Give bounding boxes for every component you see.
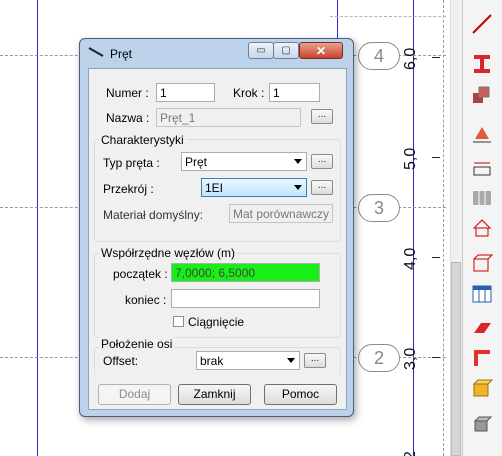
material-field: Mat porównawczy	[229, 204, 333, 223]
typ-preta-browse-button[interactable]: ...	[311, 154, 333, 169]
ruler-label-5: 5,0	[402, 147, 419, 170]
chevron-down-icon	[287, 358, 295, 363]
ruler-label-6: 6,0	[402, 47, 419, 70]
numer-field[interactable]: 1	[156, 83, 215, 102]
structure-line-left	[37, 0, 38, 456]
nazwa-browse-button[interactable]: ...	[311, 109, 333, 124]
structure-line-middle	[337, 0, 338, 40]
i-beam-icon[interactable]	[469, 52, 495, 76]
pomoc-button[interactable]: Pomoc	[264, 384, 337, 405]
przekroj-select[interactable]: 1EI	[201, 178, 307, 197]
ruler-label-4: 4,0	[402, 247, 419, 270]
grid-icon[interactable]	[469, 186, 495, 210]
typ-preta-value: Pręt	[185, 155, 208, 169]
axis-label-3: 3	[358, 194, 400, 222]
axis-label-2: 2	[358, 344, 400, 372]
ruler-label-3: 3,0	[402, 347, 419, 370]
przekroj-label: Przekrój :	[103, 182, 154, 196]
material-label: Materiał domyślny:	[103, 208, 204, 222]
nazwa-label: Nazwa :	[106, 111, 150, 125]
offset-value: brak	[200, 354, 224, 368]
grid-line-vertical	[443, 0, 444, 456]
przekroj-browse-button[interactable]: ...	[311, 180, 333, 195]
ruler-tick	[432, 257, 440, 258]
poczatek-field[interactable]: 7,0000; 6,5000	[171, 263, 320, 282]
bar-line-icon[interactable]	[469, 12, 495, 36]
red-beam-icon[interactable]	[469, 316, 495, 340]
pret-dialog: Pręt ▭ ▢ ✕ Numer : 1 Krok : 1 Nazwa : Pr…	[79, 38, 354, 417]
t-section-icon[interactable]	[469, 346, 495, 370]
wspolrzedne-title: Współrzędne węzłów (m)	[99, 246, 238, 260]
house-load-icon[interactable]	[469, 216, 495, 240]
dialog-titlebar[interactable]: Pręt ▭ ▢ ✕	[80, 39, 353, 67]
ciagniecie-label[interactable]: Ciągnięcie	[188, 315, 244, 329]
poczatek-label: początek :	[113, 267, 168, 281]
nazwa-field: Pręt_1	[156, 108, 301, 127]
chevron-down-icon	[294, 159, 302, 164]
przekroj-value: 1EI	[205, 181, 224, 195]
stacked-blocks-icon[interactable]	[469, 84, 495, 108]
ciagniecie-checkbox[interactable]	[173, 316, 184, 327]
close-button[interactable]: ✕	[299, 42, 343, 59]
offset-select[interactable]: brak	[196, 351, 300, 370]
right-toolbar	[462, 0, 502, 456]
yellow-block-icon[interactable]	[469, 376, 495, 400]
grid-line-top	[330, 16, 446, 17]
koniec-field[interactable]	[171, 289, 320, 308]
scrollbar-thumb[interactable]	[451, 262, 461, 456]
maximize-button[interactable]: ▢	[273, 42, 299, 59]
structure-3d-icon[interactable]	[469, 252, 495, 276]
support-icon[interactable]	[469, 122, 495, 146]
offset-browse-button[interactable]: ...	[304, 353, 326, 368]
dodaj-button[interactable]: Dodaj	[98, 384, 171, 405]
table-icon[interactable]	[469, 282, 495, 306]
axis-label-4: 4	[358, 42, 400, 70]
offset-label: Offset:	[103, 354, 139, 368]
ruler-label-2: 2	[402, 451, 419, 456]
typ-preta-select[interactable]: Pręt	[181, 152, 307, 171]
chevron-down-icon	[294, 185, 302, 190]
koniec-label: koniec :	[125, 293, 167, 307]
ruler-tick	[432, 57, 440, 58]
dimension-icon[interactable]	[469, 158, 495, 182]
ruler-tick	[432, 357, 440, 358]
polozenie-osi-title: Położenie osi	[99, 337, 175, 351]
minimize-button[interactable]: ▭	[248, 42, 274, 59]
dialog-title: Pręt	[110, 47, 133, 61]
numer-label: Numer :	[106, 86, 149, 100]
ruler-tick	[432, 157, 440, 158]
charakterystyki-title: Charakterystyki	[99, 133, 186, 147]
bar-app-icon	[88, 46, 104, 58]
zamknij-button[interactable]: Zamknij	[178, 384, 251, 405]
typ-preta-label: Typ pręta :	[103, 156, 160, 170]
krok-label: Krok :	[233, 86, 265, 100]
gray-block-icon[interactable]	[469, 412, 495, 436]
dialog-client: Numer : 1 Krok : 1 Nazwa : Pręt_1 ... Ch…	[88, 68, 347, 410]
krok-field[interactable]: 1	[269, 83, 320, 102]
